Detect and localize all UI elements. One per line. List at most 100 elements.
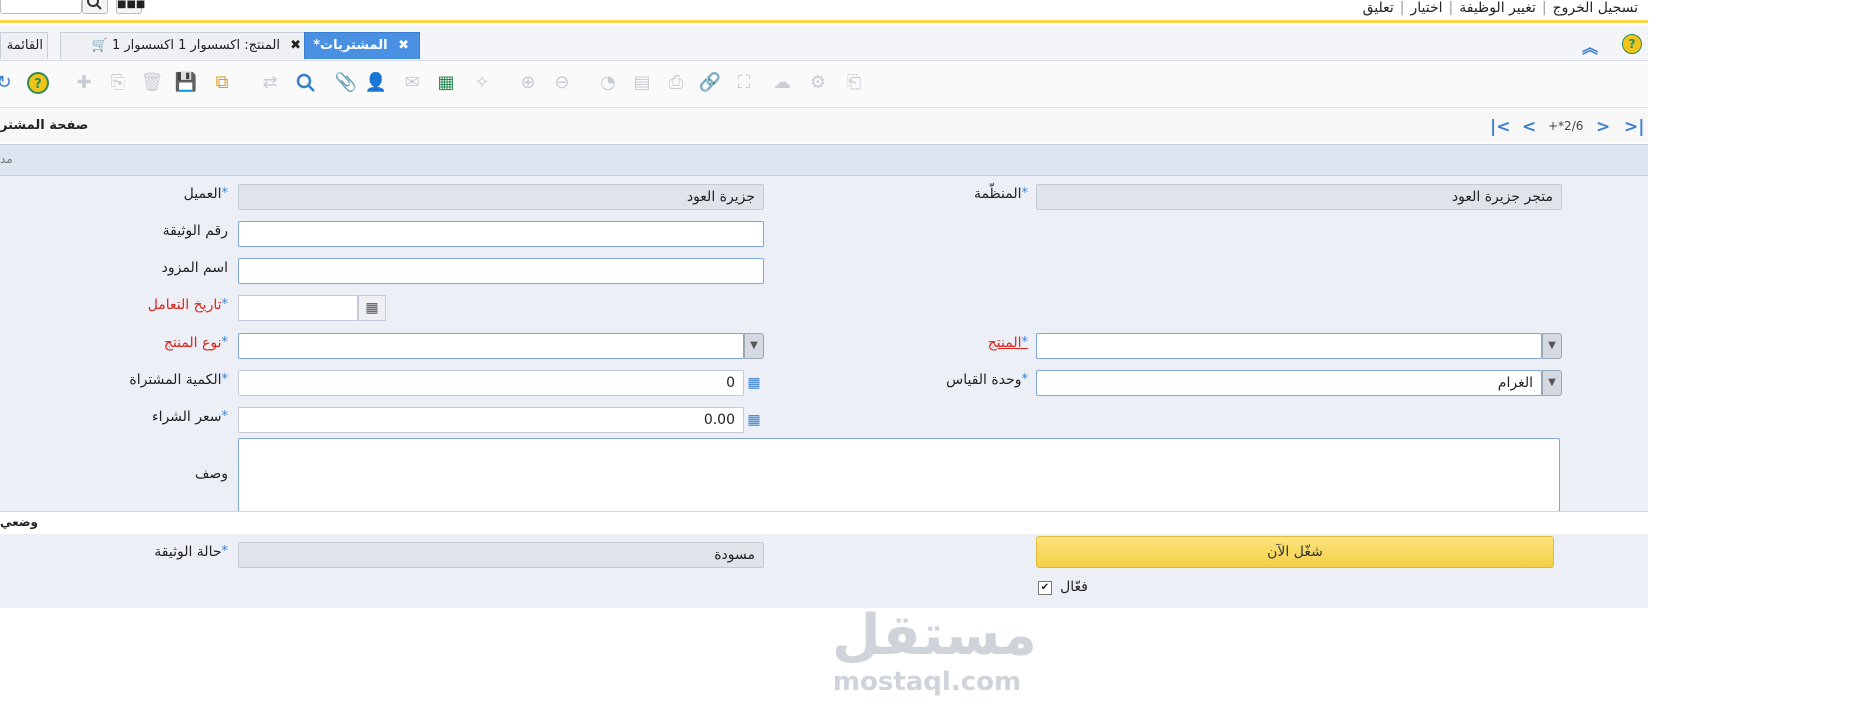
org-field[interactable]: متجر جزيرة العود	[1036, 184, 1562, 210]
process-icon[interactable]: ⚙	[806, 71, 830, 95]
product-label[interactable]: *المنتج	[988, 335, 1028, 351]
tab-product[interactable]: ✖ المنتج: اكسسوار 1 اكسسوار 1 🛒	[60, 32, 312, 59]
qty-label-text: الكمية المشتراة	[129, 372, 222, 388]
page-title: صفحة المشتر	[0, 118, 89, 133]
calendar-icon[interactable]: ▦	[358, 295, 386, 321]
next-record-icon[interactable]: >	[1596, 117, 1610, 137]
tab-label: المشتريات*	[313, 38, 388, 53]
trx-date-field[interactable]	[238, 295, 358, 321]
active-checkbox[interactable]: ✔	[1038, 581, 1052, 595]
last-record-icon[interactable]: >|	[1624, 117, 1644, 137]
attachment-icon[interactable]: 📎	[334, 71, 358, 95]
export-icon[interactable]: ⎗	[842, 71, 866, 95]
delete-icon[interactable]: 🗑	[140, 71, 164, 95]
required-star: *	[221, 372, 229, 387]
save-icon[interactable]: 💾	[174, 71, 198, 95]
vendor-field[interactable]	[238, 258, 764, 284]
report-icon[interactable]: ◔	[596, 71, 620, 95]
first-record-icon[interactable]: |<	[1490, 117, 1510, 137]
product-dropdown-icon[interactable]: ▼	[1542, 333, 1562, 359]
active-label: فعّال	[1060, 579, 1088, 595]
required-star: *	[221, 186, 229, 201]
price-label-text: سعر الشراء	[151, 409, 222, 425]
required-star: *	[221, 544, 229, 559]
product-field[interactable]	[1036, 333, 1542, 359]
org-label: *المنظّمة	[974, 186, 1028, 202]
help-icon[interactable]: ?	[26, 71, 50, 95]
trx-date-label-text: تاريخ التعامل	[147, 297, 222, 313]
help-icon[interactable]: ?	[1622, 34, 1642, 54]
qty-label: *الكمية المشتراة	[129, 372, 228, 388]
calculator-icon[interactable]: ▦	[744, 370, 764, 396]
print-icon[interactable]: ⎙	[664, 71, 688, 95]
desc-label: وصف	[194, 466, 228, 482]
print-preview-icon[interactable]: ▤	[630, 71, 654, 95]
product-type-label: *نوع المنتج	[164, 335, 228, 351]
record-navigation: صفحة المشتر |< < +*2/6 > >|	[0, 108, 1648, 142]
uom-label: *وحدة القياس	[946, 372, 1028, 388]
wizard-icon[interactable]: ✧	[470, 71, 494, 95]
tab-purchases[interactable]: ✖ المشتريات*	[304, 32, 420, 59]
required-star: *	[1021, 335, 1029, 350]
refresh-icon[interactable]: ↻	[0, 71, 16, 95]
doc-status-label-text: حالة الوثيقة	[154, 544, 222, 560]
product-type-dropdown-icon[interactable]: ▼	[744, 333, 764, 359]
workflow-icon[interactable]: ⛶	[732, 71, 756, 95]
detail-record-icon[interactable]: ⊖	[550, 71, 574, 95]
comment-link[interactable]: تعليق	[1357, 0, 1400, 16]
doc-no-field[interactable]	[238, 221, 764, 247]
qty-field[interactable]: 0	[238, 370, 744, 396]
doc-no-label: رقم الوثيقة	[162, 223, 228, 239]
save-and-new-icon[interactable]: ⧉	[210, 71, 234, 95]
menu-separator: |	[1448, 0, 1454, 16]
zoom-across-icon[interactable]: 🔗	[698, 71, 722, 95]
menu-separator: |	[1399, 0, 1405, 16]
product-type-field[interactable]	[238, 333, 744, 359]
previous-record-icon[interactable]: <	[1522, 117, 1536, 137]
client-label-text: العميل	[183, 186, 222, 202]
window-tabs: القائمة ✖ المنتج: اكسسوار 1 اكسسوار 1 🛒 …	[0, 26, 1648, 61]
header-accent-line	[0, 20, 1648, 23]
run-now-button[interactable]: شغّل الآن	[1036, 536, 1554, 568]
logout-link[interactable]: تسجيل الخروج	[1547, 0, 1644, 16]
watermark-latin: mostaql.com	[832, 667, 1022, 697]
watermark-arabic: مستقل	[832, 603, 1037, 668]
search-input[interactable]	[0, 0, 82, 14]
close-icon[interactable]: ✖	[398, 38, 409, 53]
required-star: *	[221, 335, 229, 350]
new-record-icon[interactable]: ✚	[72, 71, 96, 95]
top-menu: تسجيل الخروج | تغيير الوظيفة | اختيار | …	[1357, 0, 1644, 16]
close-icon[interactable]: ✖	[290, 38, 301, 53]
parent-record-icon[interactable]: ⊕	[516, 71, 540, 95]
chat-icon[interactable]: 👤	[364, 71, 388, 95]
required-star: *	[1021, 372, 1029, 387]
client-field[interactable]: جزيرة العود	[238, 184, 764, 210]
copy-record-icon[interactable]: ⎘	[106, 71, 130, 95]
archive-icon[interactable]: ✉	[400, 71, 424, 95]
collapse-up-icon[interactable]: ︽	[1582, 34, 1598, 58]
uom-dropdown-icon[interactable]: ▼	[1542, 370, 1562, 396]
apps-grid-icon[interactable]: ■■■	[116, 0, 145, 14]
record-counter: +*2/6	[1548, 119, 1584, 133]
vendor-label: اسم المزود	[161, 260, 228, 276]
search-icon[interactable]	[82, 0, 108, 14]
doc-status-field[interactable]: مسودة	[238, 542, 764, 568]
watermark: مستقل mostaql.com	[832, 603, 1037, 697]
menu-separator: |	[1541, 0, 1547, 16]
tab-header-band: مد	[0, 144, 1648, 176]
org-label-text: المنظّمة	[973, 186, 1022, 202]
find-icon[interactable]	[294, 71, 318, 95]
preference-link[interactable]: اختيار	[1404, 0, 1448, 16]
product-label-text: المنتج	[987, 335, 1022, 351]
description-textarea[interactable]	[238, 438, 1560, 512]
request-icon[interactable]: ☁	[770, 71, 794, 95]
calculator-icon[interactable]: ▦	[744, 407, 764, 433]
grid-toggle-icon[interactable]: ▦	[434, 71, 458, 95]
doc-status-label: *حالة الوثيقة	[154, 544, 228, 560]
tab-menu[interactable]: القائمة	[0, 32, 48, 59]
required-star: *	[221, 409, 229, 424]
uom-field[interactable]: الغرام	[1036, 370, 1542, 396]
undo-icon[interactable]: ⇄	[258, 71, 282, 95]
price-field[interactable]: 0.00	[238, 407, 744, 433]
change-role-link[interactable]: تغيير الوظيفة	[1453, 0, 1542, 16]
